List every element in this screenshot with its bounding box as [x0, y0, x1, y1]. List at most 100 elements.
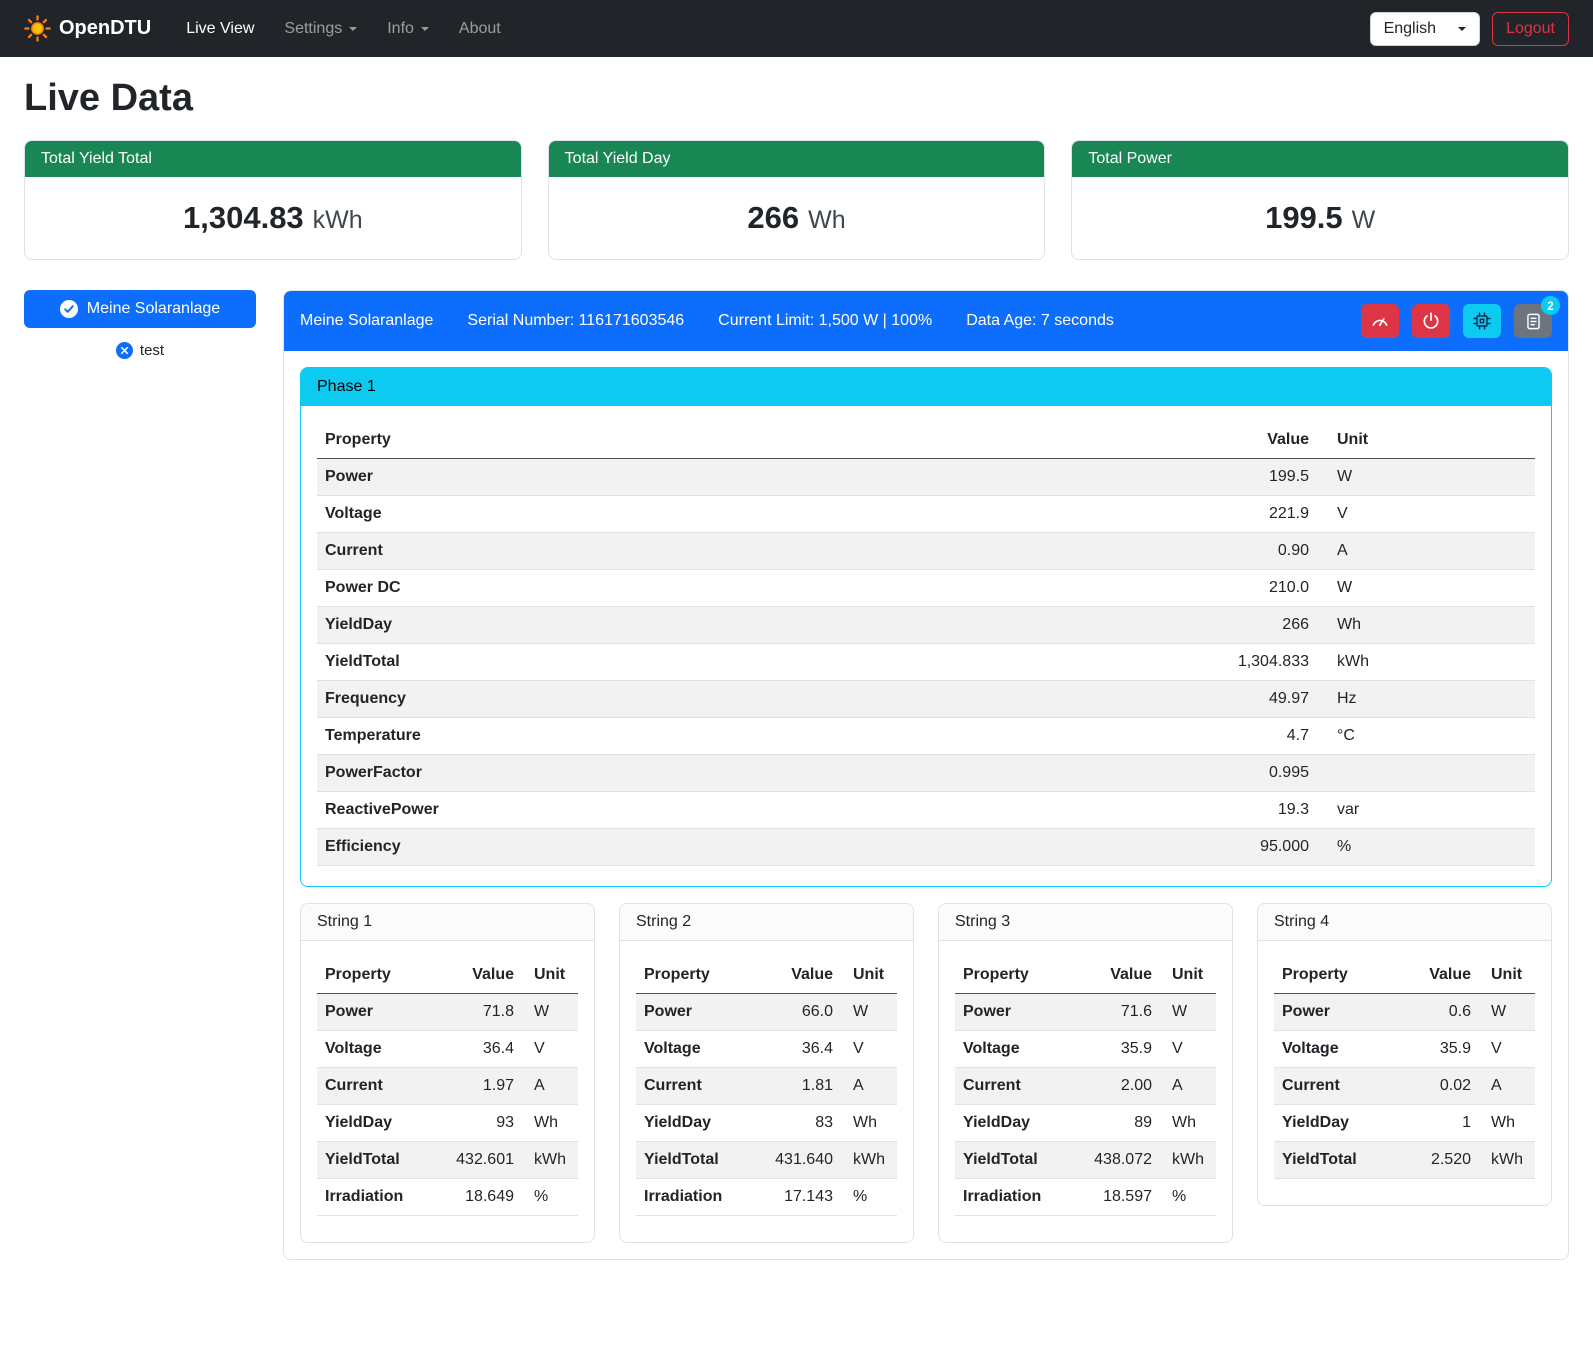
inverter-card-header: Meine Solaranlage Serial Number: 1161716…	[284, 291, 1568, 351]
value-cell: 266	[1157, 607, 1317, 644]
nav-item-live-view[interactable]: Live View	[171, 12, 269, 46]
gauge-icon	[1370, 311, 1390, 331]
unit-cell: A	[1479, 1068, 1535, 1105]
string-1-card: String 1 Property Value Unit	[300, 903, 595, 1243]
unit-cell: %	[522, 1179, 578, 1216]
column-value: Value	[444, 957, 522, 994]
string-card-body: Property Value Unit Power71.8WVoltage36.…	[301, 941, 594, 1242]
unit-cell	[1317, 755, 1535, 792]
brand-label: OpenDTU	[59, 17, 151, 40]
column-value: Value	[1157, 422, 1317, 459]
logout-button[interactable]: Logout	[1492, 12, 1569, 46]
value-cell: 49.97	[1157, 681, 1317, 718]
property-cell: Power	[1274, 994, 1401, 1031]
nav-item-label: About	[459, 20, 501, 38]
value-cell: 66.0	[763, 994, 841, 1031]
property-cell: Voltage	[636, 1031, 763, 1068]
phase-card-header: Phase 1	[301, 368, 1551, 406]
language-select-value: English	[1384, 20, 1436, 38]
chevron-down-icon	[349, 27, 357, 35]
inverter-actions: 2	[1361, 304, 1552, 338]
inverter-data-age: Data Age: 7 seconds	[966, 312, 1114, 330]
unit-cell: °C	[1317, 718, 1535, 755]
property-cell: Current	[1274, 1068, 1401, 1105]
unit-cell: Hz	[1317, 681, 1535, 718]
unit-cell: W	[1160, 994, 1216, 1031]
journal-icon	[1524, 312, 1543, 331]
power-button[interactable]	[1412, 304, 1450, 338]
total-power-card: Total Power 199.5W	[1071, 140, 1569, 260]
table-header-row: Property Value Unit	[636, 957, 897, 994]
card-body: 266Wh	[549, 177, 1045, 259]
phase-table-body: Power199.5WVoltage221.9VCurrent0.90APowe…	[317, 459, 1535, 866]
event-log-button[interactable]: 2	[1514, 304, 1552, 338]
value-cell: 17.143	[763, 1179, 841, 1216]
property-cell: Power	[317, 994, 444, 1031]
content-row: Meine Solaranlage test Meine Solaranlage…	[24, 290, 1569, 1260]
property-cell: Current	[955, 1068, 1082, 1105]
table-row: Power DC210.0W	[317, 570, 1535, 607]
card-header: Total Power	[1072, 141, 1568, 177]
nav-item-settings[interactable]: Settings	[269, 12, 372, 46]
column-unit: Unit	[841, 957, 897, 994]
table-row: Current1.81A	[636, 1068, 897, 1105]
value-cell: 210.0	[1157, 570, 1317, 607]
limit-settings-button[interactable]	[1361, 304, 1399, 338]
column-value: Value	[763, 957, 841, 994]
unit-cell: kWh	[841, 1142, 897, 1179]
unit-cell: kWh	[522, 1142, 578, 1179]
value-cell: 18.649	[444, 1179, 522, 1216]
property-cell: Efficiency	[317, 829, 1157, 866]
table-row: YieldDay83Wh	[636, 1105, 897, 1142]
inverter-select-button-solaranlage[interactable]: Meine Solaranlage	[24, 290, 256, 328]
card-header: Total Yield Total	[25, 141, 521, 177]
table-header-row: Property Value Unit	[1274, 957, 1535, 994]
string-card-header: String 2	[620, 904, 913, 941]
string-4-table: Property Value Unit Power0.6WVoltage35.9…	[1274, 957, 1535, 1179]
nav-item-info[interactable]: Info	[372, 12, 444, 46]
property-cell: Voltage	[955, 1031, 1082, 1068]
table-row: Current0.02A	[1274, 1068, 1535, 1105]
page-content: Live Data Total Yield Total 1,304.83kWh …	[0, 57, 1593, 1288]
unit-cell: Wh	[841, 1105, 897, 1142]
property-cell: Voltage	[1274, 1031, 1401, 1068]
table-row: PowerFactor0.995	[317, 755, 1535, 792]
unit-cell: Wh	[522, 1105, 578, 1142]
value-cell: 1.97	[444, 1068, 522, 1105]
property-cell: YieldTotal	[317, 644, 1157, 681]
property-cell: Power	[317, 459, 1157, 496]
nav-item-label: Settings	[284, 20, 342, 38]
string-4-table-body: Power0.6WVoltage35.9VCurrent0.02AYieldDa…	[1274, 994, 1535, 1179]
string-2-table: Property Value Unit Power66.0WVoltage36.…	[636, 957, 897, 1216]
string-1-table: Property Value Unit Power71.8WVoltage36.…	[317, 957, 578, 1216]
unit-cell: W	[1479, 994, 1535, 1031]
total-yield-total-card: Total Yield Total 1,304.83kWh	[24, 140, 522, 260]
total-yield-total-value: 1,304.83	[183, 200, 304, 235]
value-cell: 0.02	[1401, 1068, 1479, 1105]
inverter-select-label: Meine Solaranlage	[87, 300, 220, 318]
total-yield-day-unit: Wh	[808, 206, 846, 234]
property-cell: Current	[636, 1068, 763, 1105]
nav-item-about[interactable]: About	[444, 12, 516, 46]
unit-cell: %	[841, 1179, 897, 1216]
table-row: Power199.5W	[317, 459, 1535, 496]
table-row: YieldTotal1,304.833kWh	[317, 644, 1535, 681]
column-property: Property	[317, 957, 444, 994]
property-cell: ReactivePower	[317, 792, 1157, 829]
property-cell: YieldDay	[955, 1105, 1082, 1142]
unit-cell: kWh	[1160, 1142, 1216, 1179]
property-cell: YieldDay	[1274, 1105, 1401, 1142]
string-3-table-body: Power71.6WVoltage35.9VCurrent2.00AYieldD…	[955, 994, 1216, 1216]
language-select[interactable]: English	[1370, 12, 1480, 46]
brand[interactable]: OpenDTU	[24, 15, 151, 42]
property-cell: PowerFactor	[317, 755, 1157, 792]
unit-cell: kWh	[1479, 1142, 1535, 1179]
property-cell: Voltage	[317, 496, 1157, 533]
inverter-select-button-test[interactable]: test	[24, 341, 256, 360]
column-value: Value	[1082, 957, 1160, 994]
string-4-card: String 4 Property Value Unit	[1257, 903, 1552, 1206]
value-cell: 221.9	[1157, 496, 1317, 533]
table-header-row: Property Value Unit	[317, 957, 578, 994]
property-cell: Temperature	[317, 718, 1157, 755]
inverter-info-button[interactable]	[1463, 304, 1501, 338]
